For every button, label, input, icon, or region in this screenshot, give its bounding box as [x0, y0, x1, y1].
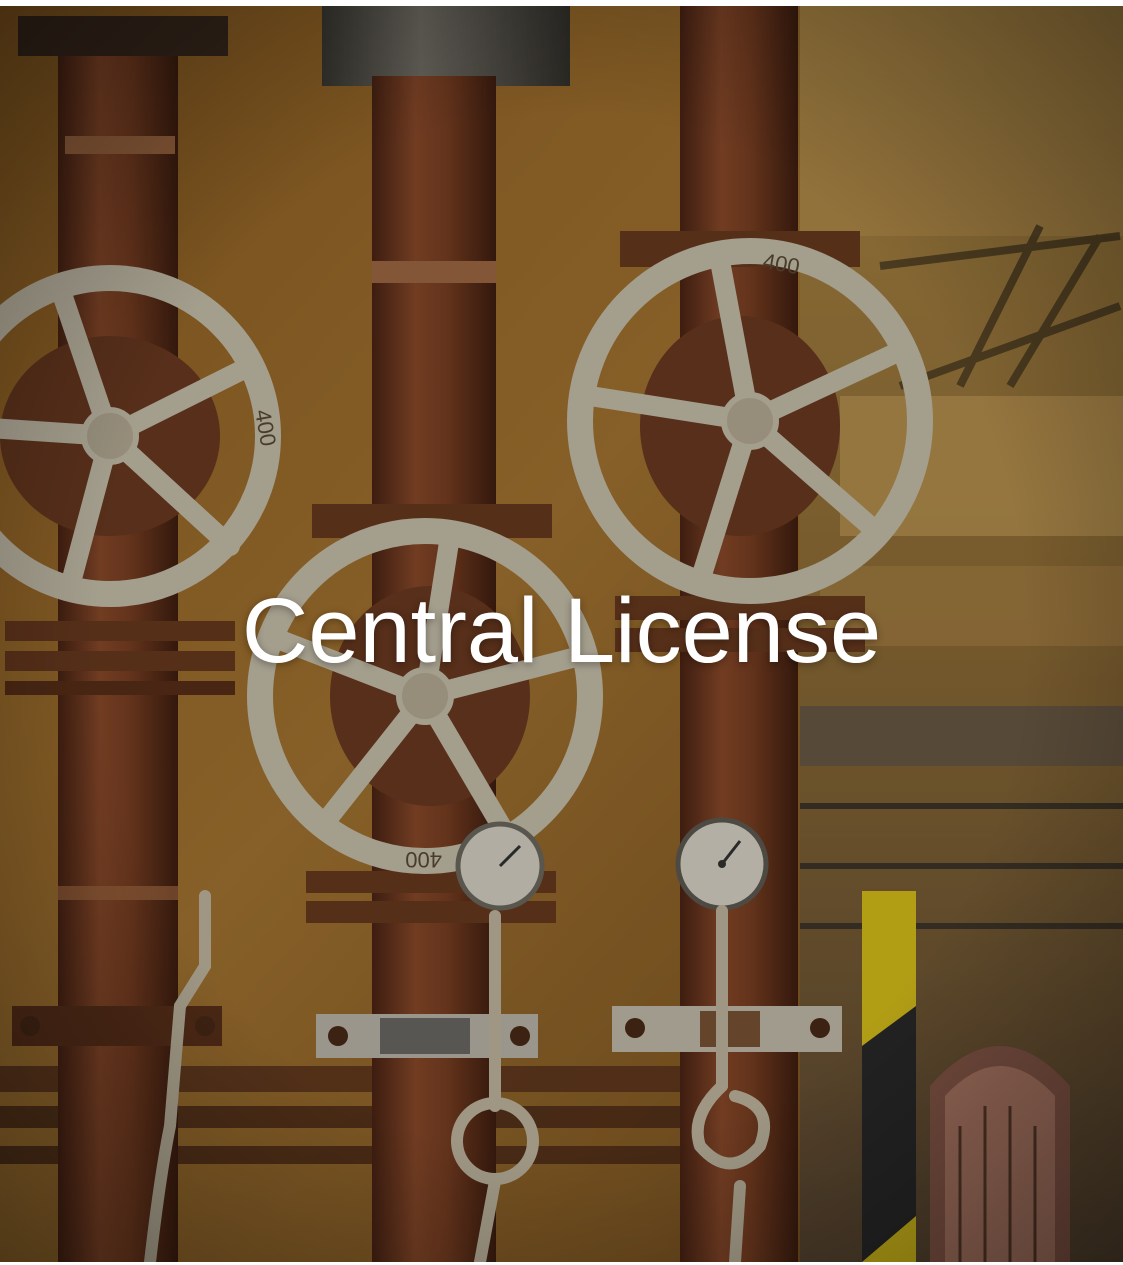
hero-banner: 400 400 400: [0, 6, 1123, 1262]
hero-title: Central License: [241, 579, 882, 682]
